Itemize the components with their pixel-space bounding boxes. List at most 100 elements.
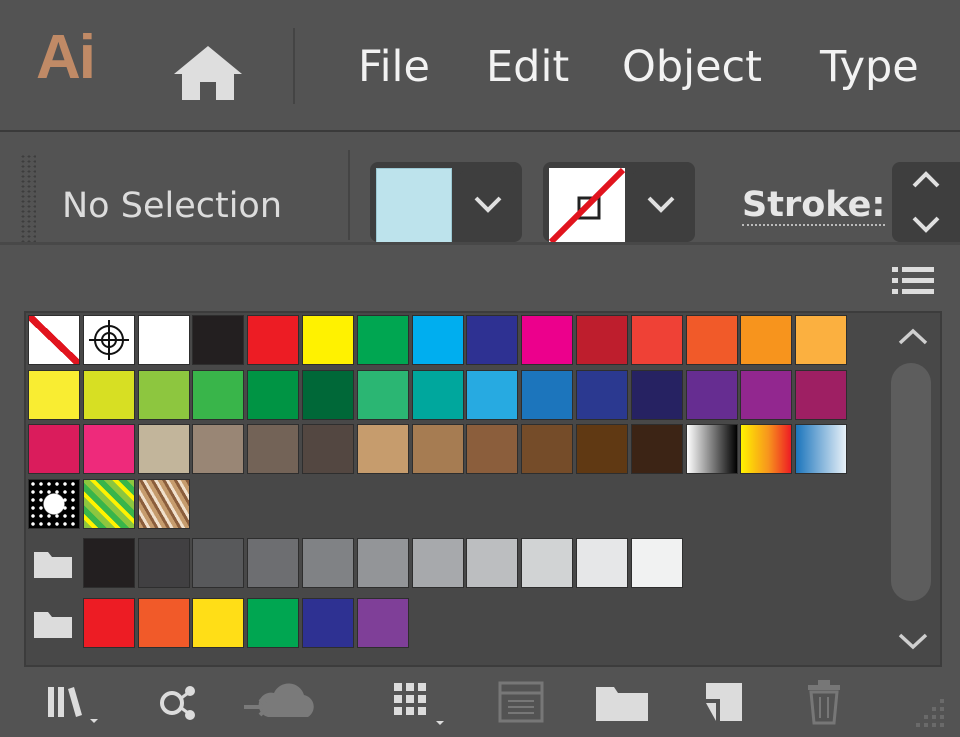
new-swatch-button[interactable] bbox=[696, 673, 752, 733]
swatch-r1-c11[interactable] bbox=[576, 315, 628, 365]
resize-grip[interactable] bbox=[906, 685, 950, 737]
group1-swatch-5[interactable] bbox=[302, 538, 354, 589]
swatch-r3-c10[interactable] bbox=[521, 424, 574, 475]
swatch-r3-c13[interactable] bbox=[685, 424, 738, 475]
group2-swatch-2[interactable] bbox=[137, 598, 190, 648]
swatch-r1-c14[interactable] bbox=[740, 315, 793, 365]
scroll-thumb[interactable] bbox=[891, 363, 931, 601]
color-group-button[interactable] bbox=[494, 673, 550, 733]
group2-swatch-1[interactable] bbox=[82, 598, 135, 648]
swatch-r2-c14[interactable] bbox=[740, 369, 793, 420]
menu-file[interactable]: File bbox=[358, 42, 430, 92]
list-menu-icon bbox=[892, 267, 934, 294]
swatch-r4-c2[interactable] bbox=[82, 478, 135, 529]
swatch-r3-c11[interactable] bbox=[576, 424, 628, 475]
swatch-r1-c3[interactable] bbox=[137, 315, 190, 365]
swatch-r2-c6[interactable] bbox=[302, 369, 354, 420]
swatch-r3-c5[interactable] bbox=[247, 424, 300, 475]
group2-swatch-3[interactable] bbox=[192, 598, 245, 648]
color-group-folder[interactable] bbox=[28, 538, 78, 588]
chevron-up-icon bbox=[898, 328, 928, 345]
swatch-r2-c4[interactable] bbox=[192, 369, 245, 420]
home-button[interactable] bbox=[170, 42, 246, 102]
show-kinds-button[interactable] bbox=[150, 673, 210, 733]
swatch-r3-c8[interactable] bbox=[411, 424, 464, 475]
chevron-down-icon bbox=[898, 633, 928, 650]
stroke-swatch[interactable] bbox=[549, 168, 625, 244]
group2-swatch-5[interactable] bbox=[302, 598, 354, 648]
menu-object[interactable]: Object bbox=[622, 42, 762, 92]
group2-swatch-6[interactable] bbox=[356, 598, 409, 648]
cloud-sync-icon bbox=[244, 683, 314, 717]
swatch-options-button[interactable] bbox=[386, 673, 456, 733]
group1-swatch-7[interactable] bbox=[411, 538, 464, 589]
swatch-r3-c14[interactable] bbox=[740, 424, 793, 475]
swatch-r3-c7[interactable] bbox=[356, 424, 409, 475]
scroll-down-button[interactable] bbox=[886, 619, 940, 663]
delete-swatch-button[interactable] bbox=[796, 673, 852, 733]
scroll-up-button[interactable] bbox=[886, 315, 940, 359]
menu-edit[interactable]: Edit bbox=[486, 42, 569, 92]
stroke-weight-spinner[interactable] bbox=[892, 162, 960, 242]
swatch-r2-c11[interactable] bbox=[576, 369, 628, 420]
stroke-dropdown-button[interactable] bbox=[633, 170, 689, 238]
swatch-r1-c7[interactable] bbox=[356, 315, 409, 365]
group1-swatch-9[interactable] bbox=[521, 538, 574, 589]
fill-dropdown-button[interactable] bbox=[460, 170, 516, 238]
swatch-r2-c15[interactable] bbox=[795, 369, 848, 420]
swatch-r3-c4[interactable] bbox=[192, 424, 245, 475]
swatch-r1-c6[interactable] bbox=[302, 315, 354, 365]
swatch-r3-c1[interactable] bbox=[28, 424, 80, 475]
cloud-sync-button[interactable] bbox=[238, 673, 318, 733]
swatch-r1-c4[interactable] bbox=[192, 315, 245, 365]
stroke-label[interactable]: Stroke: bbox=[742, 186, 886, 226]
swatch-r1-c12[interactable] bbox=[630, 315, 683, 365]
group1-swatch-8[interactable] bbox=[466, 538, 519, 589]
swatch-r1-c2[interactable] bbox=[82, 315, 135, 365]
swatch-scrollbar[interactable] bbox=[886, 313, 940, 665]
swatch-r2-c10[interactable] bbox=[521, 369, 574, 420]
group1-swatch-6[interactable] bbox=[356, 538, 409, 589]
swatch-r2-c7[interactable] bbox=[356, 369, 409, 420]
swatch-r2-c5[interactable] bbox=[247, 369, 300, 420]
group1-swatch-11[interactable] bbox=[630, 538, 683, 589]
fill-swatch[interactable] bbox=[376, 168, 452, 244]
trash-icon bbox=[808, 680, 840, 725]
swatch-r3-c6[interactable] bbox=[302, 424, 354, 475]
swatch-r1-c8[interactable] bbox=[411, 315, 464, 365]
swatch-r3-c12[interactable] bbox=[630, 424, 683, 475]
group1-swatch-10[interactable] bbox=[576, 538, 628, 589]
swatch-r2-c2[interactable] bbox=[82, 369, 135, 420]
swatch-r3-c3[interactable] bbox=[137, 424, 190, 475]
menu-type[interactable]: Type bbox=[820, 42, 919, 92]
swatch-r4-c1[interactable] bbox=[28, 478, 80, 529]
swatch-r2-c1[interactable] bbox=[28, 369, 80, 420]
swatch-r2-c9[interactable] bbox=[466, 369, 519, 420]
swatch-r4-c3[interactable] bbox=[137, 478, 190, 529]
swatch-r1-c9[interactable] bbox=[466, 315, 519, 365]
swatch-r1-c1[interactable] bbox=[28, 315, 80, 365]
group1-swatch-1[interactable] bbox=[82, 538, 135, 589]
panel-menu-button[interactable] bbox=[888, 261, 940, 301]
swatch-r1-c5[interactable] bbox=[247, 315, 300, 365]
swatch-r3-c9[interactable] bbox=[466, 424, 519, 475]
color-group-folder[interactable] bbox=[28, 598, 78, 648]
swatch-r1-c13[interactable] bbox=[685, 315, 738, 365]
swatch-r3-c15[interactable] bbox=[795, 424, 848, 475]
swatch-r1-c15[interactable] bbox=[795, 315, 848, 365]
libraries-button[interactable] bbox=[40, 673, 110, 733]
swatch-r2-c3[interactable] bbox=[137, 369, 190, 420]
folder-icon bbox=[34, 612, 72, 638]
swatch-r1-c10[interactable] bbox=[521, 315, 574, 365]
new-group-folder-button[interactable] bbox=[590, 673, 654, 733]
swatch-r2-c8[interactable] bbox=[411, 369, 464, 420]
control-bar: No Selection Stroke: bbox=[0, 134, 960, 244]
group1-swatch-3[interactable] bbox=[192, 538, 245, 589]
group1-swatch-2[interactable] bbox=[137, 538, 190, 589]
group2-swatch-4[interactable] bbox=[247, 598, 300, 648]
drag-grip[interactable] bbox=[20, 154, 36, 242]
swatch-r2-c12[interactable] bbox=[630, 369, 683, 420]
swatch-r2-c13[interactable] bbox=[685, 369, 738, 420]
swatch-r3-c2[interactable] bbox=[82, 424, 135, 475]
group1-swatch-4[interactable] bbox=[247, 538, 300, 589]
